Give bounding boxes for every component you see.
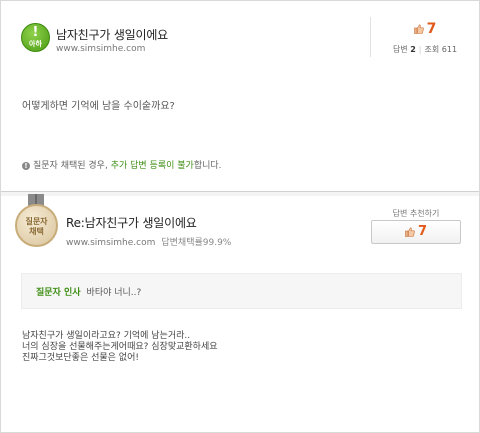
- note-suffix: 합니다.: [193, 161, 222, 171]
- answer-recommend-count: 7: [417, 224, 428, 239]
- question-title: 남자친구가 생일이에요: [56, 28, 169, 42]
- question-recommend-count: 7: [426, 21, 437, 37]
- recommend-button[interactable]: 7: [371, 220, 461, 244]
- exclamation-badge-icon: ! 아하: [21, 23, 50, 52]
- answer-line: 남자친구가 생일이라고요? 기억에 남는거라..: [22, 331, 191, 341]
- comment-text: 바타야 너니..?: [86, 288, 142, 298]
- answer-rate: 답변채택률99.9%: [161, 238, 232, 248]
- question-recommend: 7: [371, 21, 479, 37]
- medal-line-2: 채택: [29, 227, 44, 236]
- answers-count: 2: [410, 45, 416, 54]
- question-body: 어떻게하면 기억에 남을 수이숱까요?: [22, 101, 175, 112]
- recommend-label: 답변 추천하기: [392, 209, 440, 218]
- asker-comment: 질문자 인사 바타야 너니..?: [21, 273, 462, 309]
- answer-line: 진짜그것보단좋은 선물은 없어!: [22, 353, 139, 363]
- views-label: 조회: [424, 45, 440, 54]
- note-highlight: 추가 답변 등록이 불가: [110, 161, 194, 171]
- medal-line-1: 질문자: [25, 217, 48, 226]
- badge-mark: !: [32, 25, 39, 40]
- question-meta: 답변 2 | 조회 611: [392, 45, 458, 54]
- answer-site[interactable]: www.simsimhe.com: [66, 238, 155, 248]
- answer-title: Re:남자친구가 생일이에요: [66, 216, 197, 230]
- views-count: 611: [441, 45, 458, 54]
- question-site[interactable]: www.simsimhe.com: [56, 44, 145, 54]
- answer-site-row: www.simsimhe.com 답변채택률99.9%: [66, 235, 231, 248]
- question-note: ! 질문자 채택된 경우, 추가 답변 등록이 불가합니다.: [22, 158, 222, 171]
- info-icon: !: [22, 161, 30, 170]
- medal-icon: 질문자 채택: [15, 204, 58, 247]
- comment-author: 질문자 인사: [36, 288, 81, 298]
- section-divider-shade: [1, 192, 479, 196]
- answer-body: 남자친구가 생일이라고요? 기억에 남는거라.. 너의 심장을 선물해주는게어때…: [22, 331, 218, 364]
- thumbs-up-icon: [405, 227, 415, 237]
- question-header: ! 아하 남자친구가 생일이에요 www.simsimhe.com 7 답변 2…: [1, 1, 479, 65]
- note-prefix: 질문자 채택된 경우,: [33, 161, 108, 171]
- badge-label: 아하: [29, 40, 42, 48]
- answers-label: 답변: [392, 45, 408, 54]
- answer-line: 너의 심장을 선물해주는게어때요? 심장맞교환하세요: [22, 342, 218, 352]
- qa-page: ! 아하 남자친구가 생일이에요 www.simsimhe.com 7 답변 2…: [0, 0, 480, 433]
- thumbs-up-icon: [413, 24, 424, 34]
